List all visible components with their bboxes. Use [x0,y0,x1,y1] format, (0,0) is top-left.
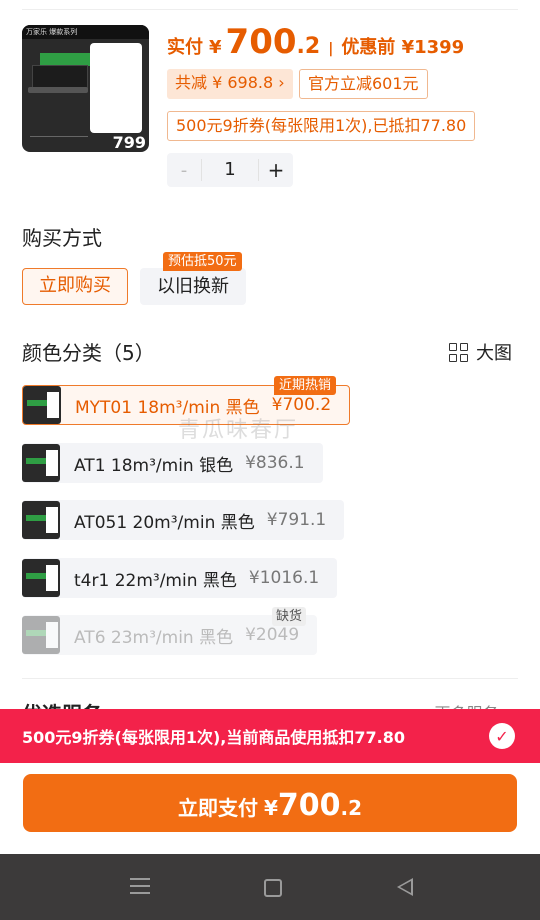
thumb-price: 799 [112,133,146,152]
home-icon[interactable] [264,879,282,897]
total-discount-tag[interactable]: 共减 ¥ 698.8 › [167,69,293,99]
actual-pay: 实付 ¥ 700 .2 | 优惠前 ¥1399 [167,22,464,62]
menu-icon[interactable] [130,878,150,894]
top-divider [22,9,518,10]
color-option-at051[interactable]: AT051 20m³/min 黑色 ¥791.1 [22,500,345,540]
thumb-brand: 万家乐 爆款系列 [22,25,149,39]
option-name: AT1 18m³/min 银色 [74,455,234,476]
pay-now-decimal: .2 [340,796,363,820]
grid-icon [449,342,468,362]
watermark: 青瓜味春厅 [178,418,299,443]
option-thumbnail [22,501,60,539]
back-icon[interactable] [397,878,413,896]
coupon-banner[interactable]: 500元9折券(每张限用1次),当前商品使用抵扣77.80 ✓ [0,709,540,763]
thumb-hood [28,87,88,93]
pay-decimal: .2 [296,34,321,59]
coupon-banner-text: 500元9折券(每张限用1次),当前商品使用抵扣77.80 [22,728,405,747]
thumb-specs [30,136,88,146]
pay-now-button[interactable]: 立即支付 ¥ 700 .2 [23,774,517,832]
option-name: AT051 20m³/min 黑色 [74,512,255,533]
pay-now-currency: ¥ [263,796,278,820]
option-price: ¥836.1 [245,453,305,473]
option-thumbnail [23,386,61,424]
pay-now-label: 立即支付 [177,796,258,820]
big-image-label: 大图 [476,343,512,364]
option-price: ¥791.1 [266,510,327,530]
option-thumbnail [22,559,60,597]
out-of-stock-badge: 缺货 [272,607,307,626]
system-nav-bar [0,854,540,920]
big-image-toggle[interactable]: 大图 [449,339,512,365]
option-price: ¥2049 [245,625,300,645]
color-option-at1[interactable]: AT1 18m³/min 银色 ¥836.1 [22,443,323,483]
trade-in-estimate-badge: 预估抵50元 [163,252,242,271]
color-option-t4r1[interactable]: t4r1 22m³/min 黑色 ¥1016.1 [22,558,338,598]
pay-label: 实付 [167,37,203,58]
option-thumbnail [22,616,60,654]
decrease-button[interactable]: - [167,160,201,181]
thumb-feature-card [90,43,142,133]
quantity-input[interactable]: 1 [201,159,259,181]
color-category-title: 颜色分类（5） [22,341,155,365]
option-name: AT6 23m³/min 黑色 [74,627,234,648]
quantity-stepper: - 1 + [167,153,293,187]
pay-now-amount: 700 [277,788,341,823]
pay-separator: | [328,41,334,57]
check-icon[interactable]: ✓ [489,723,515,749]
option-price: ¥1016.1 [248,568,320,588]
option-name: t4r1 22m³/min 黑色 [74,570,237,591]
pay-amount: 700 [225,22,297,62]
coupon-applied-tag: 500元9折券(每张限用1次),已抵扣77.80 [167,111,476,141]
buy-now-option[interactable]: 立即购买 [22,268,128,305]
trade-in-option[interactable]: 以旧换新 [140,268,246,305]
product-thumbnail[interactable]: 万家乐 爆款系列 799 [22,25,149,152]
pre-discount-price: 优惠前 ¥1399 [341,37,465,58]
option-thumbnail [22,444,60,482]
section-divider [22,678,518,679]
increase-button[interactable]: + [259,158,293,182]
hot-selling-badge: 近期热销 [274,376,337,395]
official-discount-tag: 官方立减601元 [299,69,428,99]
purchase-method-title: 购买方式 [22,226,102,250]
pay-currency: ¥ [209,37,222,58]
thumb-panel [32,65,88,89]
